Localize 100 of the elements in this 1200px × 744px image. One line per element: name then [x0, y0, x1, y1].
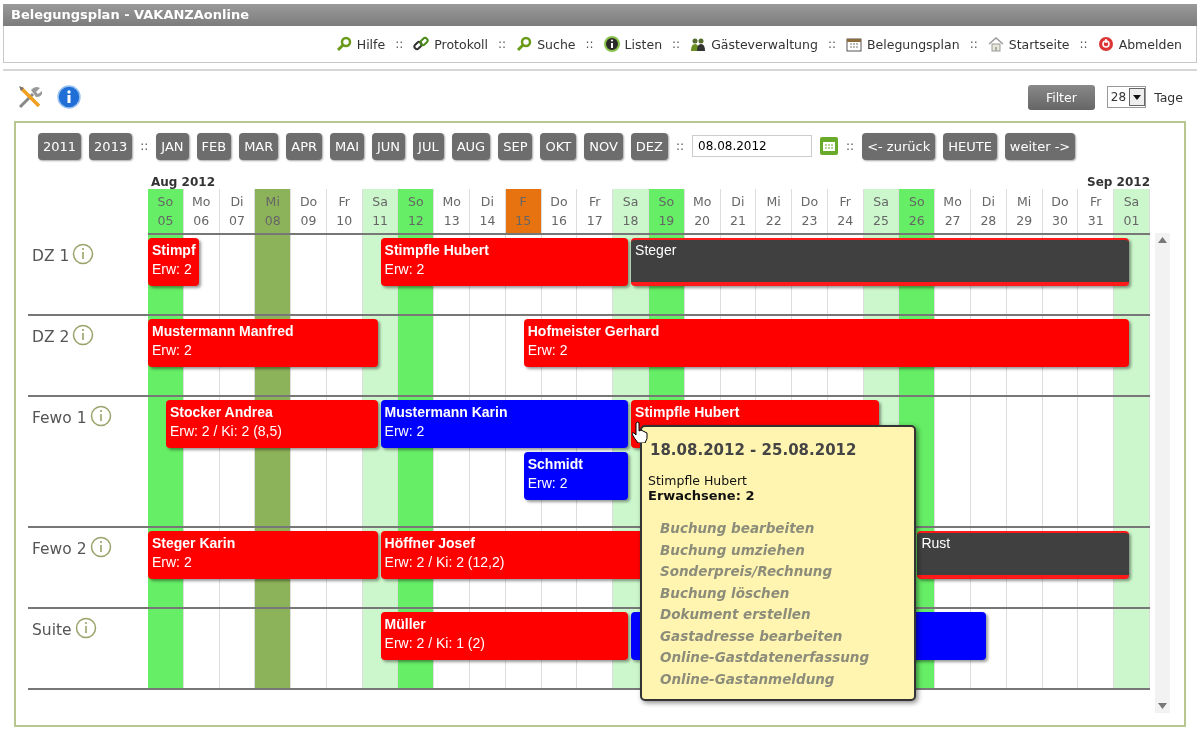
house-icon [987, 36, 1004, 52]
guest-count: Erw: 2 [152, 553, 192, 572]
day-header: Sa 18 [613, 189, 649, 233]
menu-link[interactable]: Dokument erstellen [660, 605, 906, 625]
info-icon[interactable] [89, 536, 112, 558]
guest-count: Erw: 2 [527, 341, 568, 360]
guest-name: Mustermann Karin [384, 403, 508, 422]
nav-link[interactable]: Startseite [987, 36, 1070, 52]
month-button[interactable]: OKT [540, 132, 577, 160]
nav-link[interactable]: Hilfe [335, 36, 386, 52]
menu-link[interactable]: Online-Gastdatenerfassung [660, 648, 906, 668]
tools-icon[interactable] [17, 84, 43, 110]
month-label: Aug 2012 [151, 175, 215, 189]
scrollbar[interactable] [1155, 233, 1170, 713]
month-button[interactable]: JUN [372, 132, 406, 160]
day-header: So 26 [899, 189, 936, 233]
day-header: Mo 27 [935, 189, 971, 233]
info-icon[interactable] [57, 85, 81, 109]
day-header: Do 30 [1042, 189, 1079, 233]
menu-link[interactable]: Online-Gastanmeldung [660, 669, 906, 689]
day-header: Fr 24 [827, 189, 864, 233]
nav-button[interactable]: <- zurück [862, 132, 936, 160]
date-field[interactable]: 08.08.2012 [692, 135, 813, 157]
day-header: Do 09 [291, 189, 327, 233]
arrow-up-icon[interactable] [1158, 237, 1167, 243]
nav-link[interactable]: Belegungsplan [845, 36, 960, 52]
guest-name: Steger Karin [152, 534, 236, 553]
nav-link[interactable]: Listen [603, 36, 663, 52]
days-select[interactable]: 28 [1106, 86, 1147, 108]
month-button[interactable]: NOV [584, 132, 623, 160]
menu-link[interactable]: Gastadresse bearbeiten [660, 626, 906, 646]
arrow-down-icon[interactable] [1158, 703, 1167, 709]
power-icon [1097, 36, 1114, 52]
guest-count: Erw: 2 / Ki: 1 (2) [384, 634, 485, 653]
booking-bar[interactable]: Steger Karin Erw: 2 [148, 531, 378, 579]
month-button[interactable]: SEP [498, 132, 533, 160]
room-name: DZ 1 [32, 247, 70, 265]
month-button[interactable]: MAI [330, 132, 364, 160]
guest-name: Stimpfle Hubert [648, 473, 748, 488]
month-button[interactable]: JAN [156, 132, 189, 160]
day-header: Sa 11 [362, 189, 399, 233]
month-button[interactable]: AUG [451, 132, 491, 160]
day-header: Mi 29 [1006, 189, 1043, 233]
booking-bar[interactable]: Stimpf Erw: 2 [148, 238, 199, 286]
guest-count: Erw: 2 [152, 341, 192, 360]
info-icon[interactable] [74, 617, 97, 639]
separator: :: [675, 139, 685, 153]
calendar-icon[interactable] [820, 137, 839, 155]
day-header: Mo 20 [684, 189, 721, 233]
booking-bar[interactable]: Mustermann Manfred Erw: 2 [148, 319, 378, 367]
filter-button[interactable]: Filter [1027, 84, 1095, 110]
guest-count: Erw: 2 / Ki: 2 (8,5) [169, 422, 282, 441]
booking-bar[interactable]: Schmidt Erw: 2 [523, 452, 629, 500]
nav-button[interactable]: weiter -> [1004, 132, 1076, 160]
day-header: Sa 25 [863, 189, 900, 233]
year-button[interactable]: 2011 [38, 132, 82, 160]
nav-link[interactable]: Suche [516, 36, 576, 52]
booking-bar[interactable]: Stocker Andrea Erw: 2 / Ki: 2 (8,5) [165, 400, 378, 448]
separator: :: [498, 37, 507, 51]
blocked-period[interactable]: Rust [917, 531, 1130, 579]
guest-count: Erw: 2 [527, 474, 568, 493]
year-button[interactable]: 2013 [89, 132, 133, 160]
nav-button[interactable]: HEUTE [943, 132, 997, 160]
info-icon[interactable] [72, 243, 95, 265]
room-name: Fewo 2 [32, 540, 87, 558]
search-icon [516, 36, 533, 52]
month-button[interactable]: JUL [413, 132, 444, 160]
day-header: Do 16 [541, 189, 578, 233]
guest-name: Müller [384, 615, 426, 634]
nav-link[interactable]: Abmelden [1097, 36, 1182, 52]
month-button[interactable]: FEB [196, 132, 232, 160]
calendar-icon [845, 36, 862, 52]
guest-name: Mustermann Manfred [152, 322, 294, 341]
info-icon[interactable] [89, 405, 112, 427]
nav-link[interactable]: Gästeverwaltung [690, 36, 818, 52]
nav-link[interactable]: Protokoll [413, 36, 489, 52]
day-header: F 15 [505, 189, 542, 233]
day-header: Mo 06 [183, 189, 220, 233]
guest-name: Stimpfle Hubert [384, 241, 489, 260]
day-header: Di 28 [970, 189, 1007, 233]
day-header: Fr 10 [326, 189, 363, 233]
month-button[interactable]: MAR [239, 132, 279, 160]
day-header: So 05 [148, 189, 184, 233]
booking-bar[interactable]: Mustermann Karin Erw: 2 [380, 400, 629, 448]
booking-bar[interactable]: Hofmeister Gerhard Erw: 2 [523, 319, 1130, 367]
blocked-period[interactable]: Steger [631, 238, 1130, 286]
guest-count: Erw: 2 [384, 422, 425, 441]
days-label: Tage [1154, 89, 1183, 105]
day-header: So 12 [398, 189, 435, 233]
booking-bar[interactable]: Stimpfle Hubert Erw: 2 [380, 238, 629, 286]
info-icon[interactable] [72, 324, 95, 346]
guest-name: Hofmeister Gerhard [527, 322, 660, 341]
room-name: Suite [32, 621, 72, 639]
month-button[interactable]: APR [286, 132, 323, 160]
separator: :: [1079, 37, 1088, 51]
day-header: Sa 01 [1114, 189, 1150, 233]
month-button[interactable]: DEZ [630, 132, 668, 160]
day-header: Do 23 [792, 189, 828, 233]
menu-link[interactable]: Buchung löschen [660, 583, 906, 603]
booking-bar[interactable]: Müller Erw: 2 / Ki: 1 (2) [380, 612, 629, 660]
